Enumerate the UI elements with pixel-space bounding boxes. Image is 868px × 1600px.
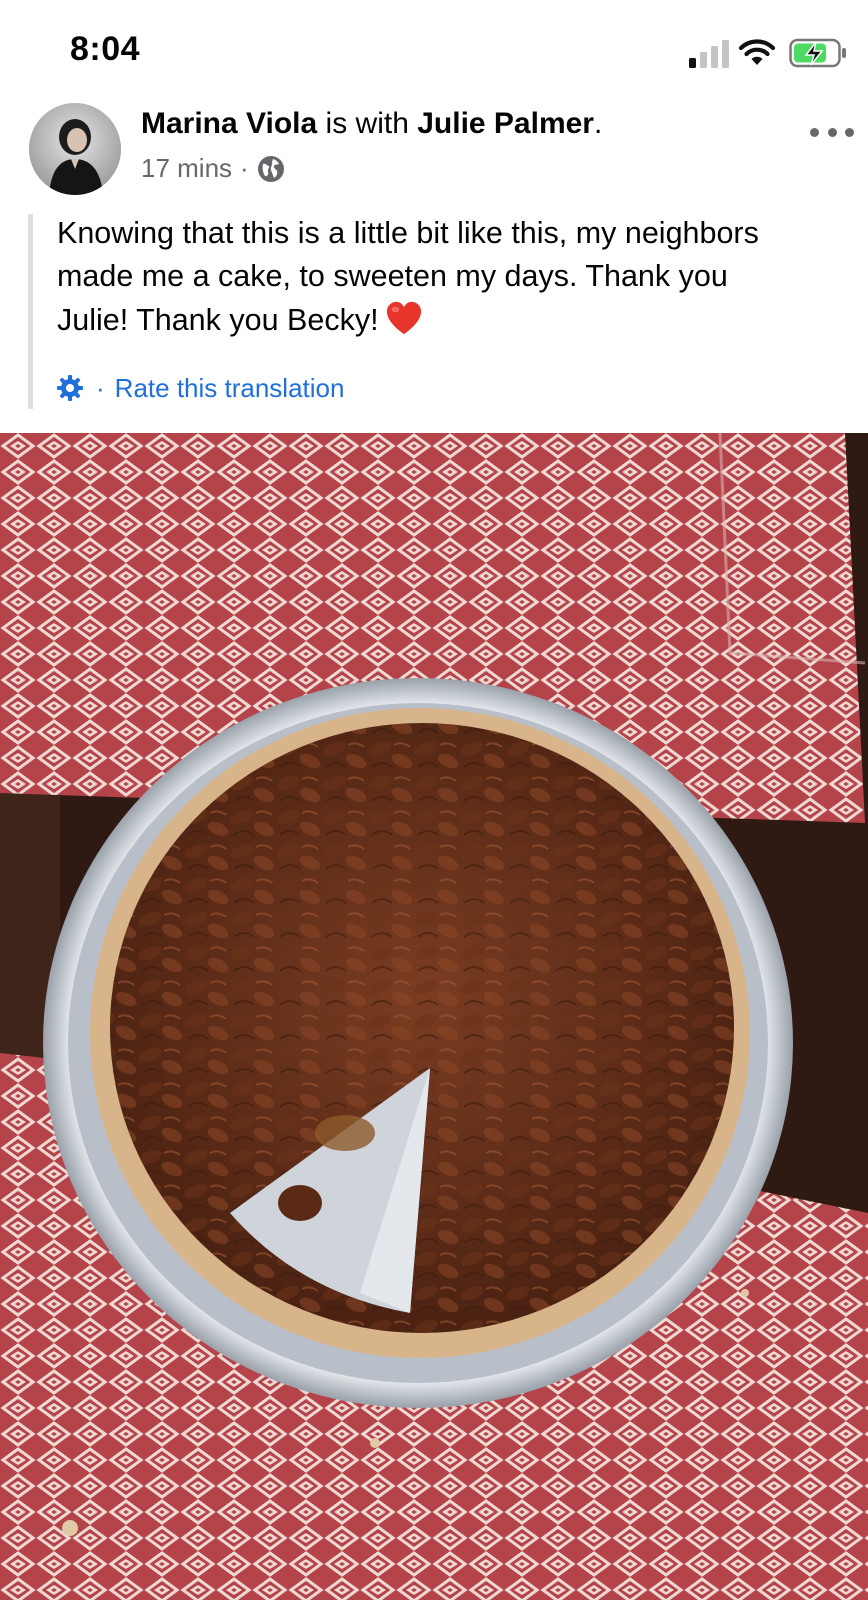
status-time: 8:04 [70,30,141,68]
author-name[interactable]: Marina Viola [141,107,317,140]
battery-charging-icon [789,38,846,68]
translation-quote-bar [28,214,33,409]
post-text-line: Knowing that this is a little bit like t… [57,216,759,250]
post-text-line: Julie! Thank you Becky! [57,302,379,337]
post-meta: 17 mins · [141,153,285,184]
wifi-icon [738,39,776,65]
translation-separator: · [96,372,105,403]
post-text-line: made me a cake, to sweeten my days. Than… [57,259,728,294]
more-dot [845,127,854,137]
meta-separator: · [240,153,249,183]
header-period: . [593,107,603,140]
cellular-signal-icon [689,40,729,68]
pie-photo-illustration [0,433,868,1600]
red-heart-emoji [386,301,421,334]
more-dot [827,127,837,137]
status-bar: 8:04 [0,0,868,100]
author-avatar[interactable] [29,103,121,195]
globe-icon[interactable] [257,155,285,183]
more-dot [810,127,819,137]
gear-icon[interactable] [56,374,84,402]
post-options-button[interactable] [810,120,854,144]
post-text-line-with-emoji: Julie! Thank you Becky! [57,299,857,342]
rate-translation-link[interactable]: Rate this translation [115,373,345,404]
pecan-pie-photo[interactable] [0,433,868,1600]
translation-row: · Rate this translation [56,372,344,404]
post-text: Knowing that this is a little bit like t… [57,212,857,342]
tagged-friend-name[interactable]: Julie Palmer [417,107,594,140]
with-text: is with [317,107,418,140]
post-timestamp[interactable]: 17 mins [141,153,232,184]
avatar-photo [29,103,121,195]
post-header: Marina Viola is with Julie Palmer. [141,107,602,141]
